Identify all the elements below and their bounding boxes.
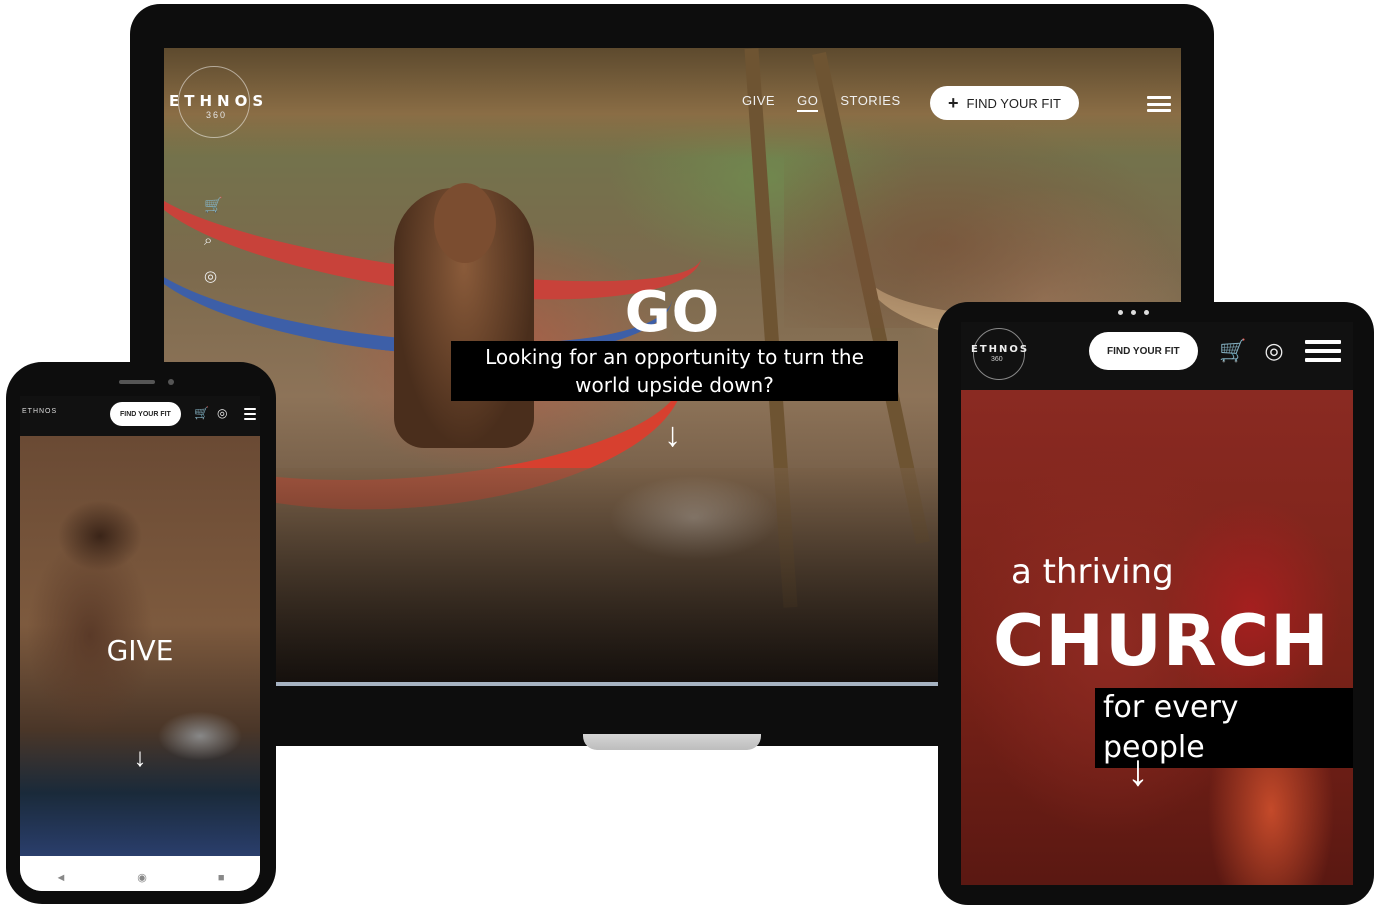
user-icon[interactable]: ◎ (217, 406, 227, 420)
nav-item-give[interactable]: GIVE (742, 93, 775, 112)
desktop-side-icons: 🛒 ⌕ ◎ (204, 196, 223, 285)
home-icon[interactable]: ◉ (137, 871, 147, 884)
user-icon[interactable]: ◎ (1264, 338, 1283, 364)
find-your-fit-label: FIND YOUR FIT (966, 95, 1061, 111)
hamburger-menu-icon[interactable] (244, 408, 256, 420)
plus-icon: + (948, 92, 959, 113)
find-your-fit-button[interactable]: + FIND YOUR FIT (930, 86, 1079, 120)
find-your-fit-button[interactable]: FIND YOUR FIT (110, 402, 181, 426)
tablet-header-icons: 🛒 ◎ (1219, 338, 1284, 364)
recent-apps-icon[interactable]: ■ (218, 872, 225, 884)
nav-item-go[interactable]: GO (797, 93, 819, 112)
scroll-down-arrow-icon[interactable]: ↓ (1127, 746, 1149, 796)
cart-icon[interactable]: 🛒 (204, 196, 223, 214)
hero-photo-person-head (434, 183, 496, 263)
cart-icon[interactable]: 🛒 (1219, 338, 1246, 364)
tablet-hero-photo: a thriving CHURCH for every people ↓ (961, 390, 1353, 885)
nav-item-stories[interactable]: STORIES (840, 93, 900, 112)
desktop-main-nav: GIVE GO STORIES (742, 93, 901, 112)
phone-camera (168, 379, 174, 385)
hero-title: GIVE (106, 634, 174, 667)
phone-header: ETHNOS FIND YOUR FIT 🛒 ◎ (20, 396, 260, 436)
phone-site-logo[interactable]: ETHNOS (22, 408, 57, 415)
site-logo[interactable]: ETHNOS (169, 92, 268, 110)
scroll-down-arrow-icon[interactable]: ↓ (20, 742, 260, 773)
phone-hero-photo: GIVE ↓ (20, 436, 260, 856)
site-logo-sub: 360 (206, 110, 228, 120)
desktop-monitor-stand (583, 734, 761, 750)
back-icon[interactable]: ◄ (55, 872, 66, 884)
hamburger-menu-icon[interactable] (1305, 340, 1341, 362)
phone-system-navbar: ◄ ◉ ■ (20, 864, 260, 891)
search-icon[interactable]: ⌕ (204, 232, 223, 249)
find-your-fit-button[interactable]: FIND YOUR FIT (1089, 332, 1198, 370)
cart-icon[interactable]: 🛒 (194, 406, 209, 420)
tablet-screen: ETHNOS 360 FIND YOUR FIT 🛒 ◎ a thriving … (961, 322, 1353, 885)
hamburger-menu-icon[interactable] (1147, 96, 1171, 112)
phone-header-icons: 🛒 ◎ (194, 406, 227, 420)
hero-title: CHURCH (993, 600, 1330, 682)
hero-kicker: a thriving (1011, 552, 1174, 592)
phone-screen: ETHNOS FIND YOUR FIT 🛒 ◎ GIVE ↓ ◄ ◉ ■ (20, 396, 260, 891)
hero-subtitle: Looking for an opportunity to turn the w… (451, 341, 898, 401)
phone-speaker (119, 380, 155, 384)
tablet-site-logo-sub: 360 (991, 356, 1003, 363)
tablet-site-logo[interactable]: ETHNOS (971, 344, 1029, 355)
tablet-camera-dots (1118, 310, 1149, 315)
